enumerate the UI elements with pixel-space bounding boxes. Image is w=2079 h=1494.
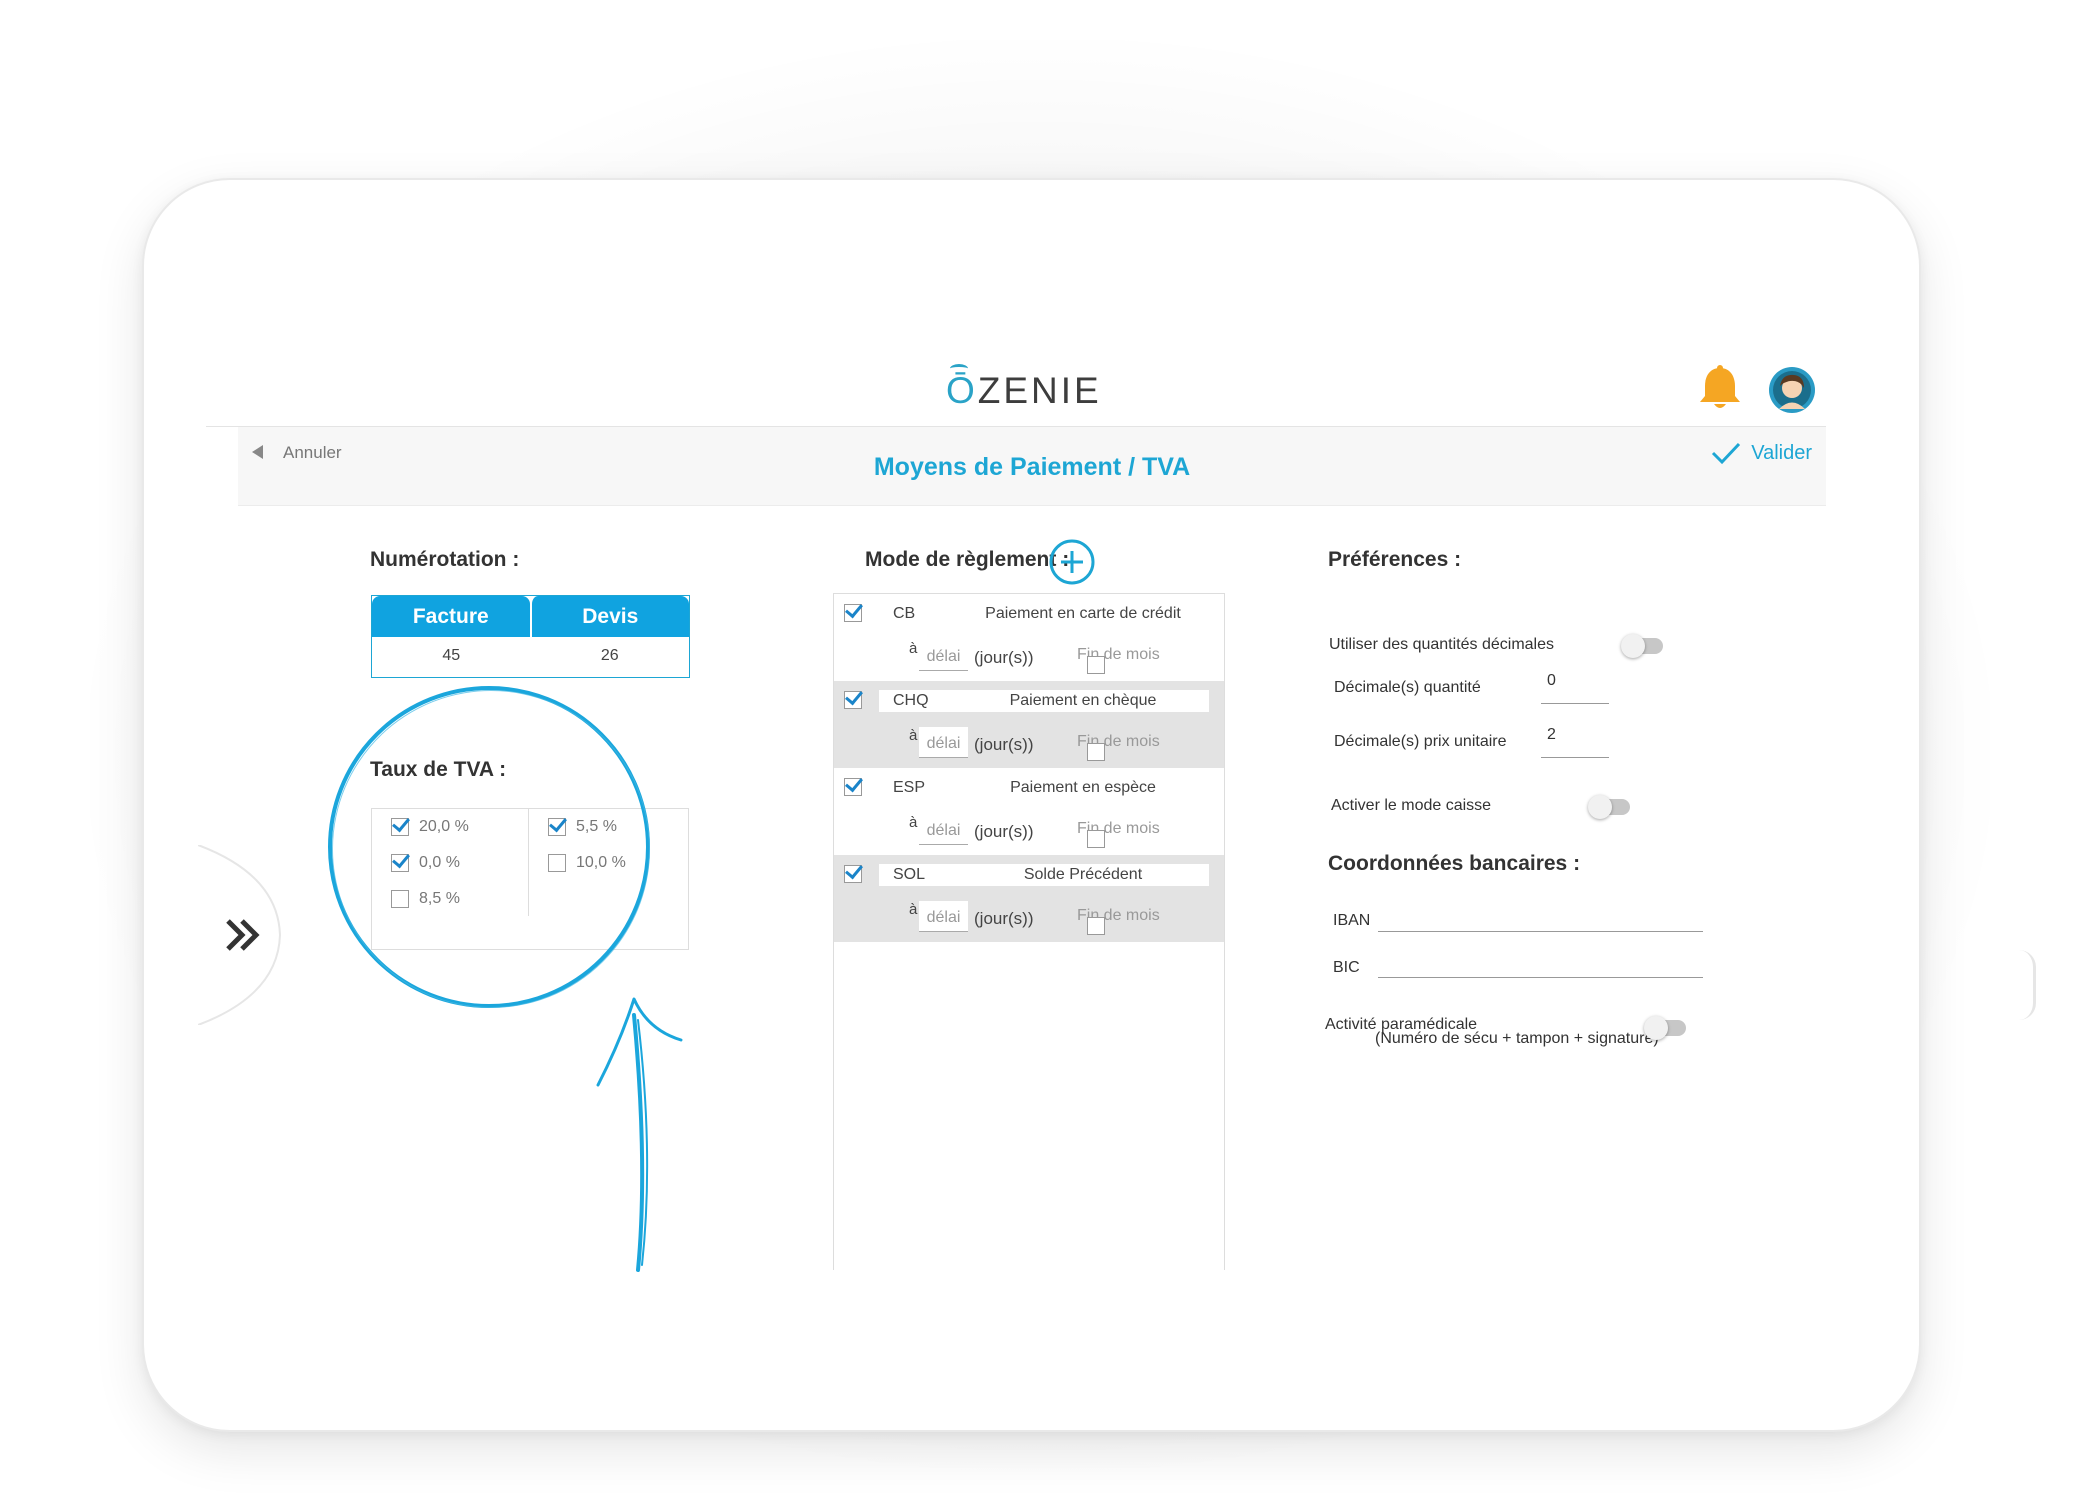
hand-drawn-arrow (596, 997, 683, 1272)
payment-code[interactable]: CB (879, 603, 959, 625)
payment-row: CHQ Paiement en chèque à délai (jour(s))… (834, 681, 1224, 768)
decimal-quantity-label: Décimale(s) quantité (1334, 679, 1481, 696)
plus-circle-icon[interactable] (1048, 538, 1096, 586)
checkbox[interactable] (1087, 656, 1105, 674)
app-screen: ŌZENIE Annuler Moyens de Paiement / TVA (206, 356, 1826, 1270)
paramedical-sublabel: (Numéro de sécu + tampon + signature) (1375, 1030, 1659, 1047)
checkbox[interactable] (844, 604, 862, 622)
tva-item-label: 20,0 % (419, 818, 469, 835)
a-label: à (909, 640, 918, 657)
mode-reglement-title: Mode de règlement : (865, 548, 1070, 571)
tva-item-label: 0,0 % (419, 854, 460, 871)
checkbox[interactable] (844, 778, 862, 796)
tva-title: Taux de TVA : (370, 758, 507, 781)
tva-item-label: 8,5 % (419, 890, 460, 907)
logo-text: ZENIE (977, 370, 1102, 411)
jours-label: (jour(s)) (974, 822, 1034, 841)
decimal-quantities-toggle[interactable] (1621, 634, 1663, 658)
delai-input[interactable]: délai (919, 727, 968, 758)
cash-mode-toggle[interactable] (1588, 795, 1630, 819)
numerotation-box: Facture Devis 45 26 (371, 595, 690, 678)
bic-input[interactable] (1378, 946, 1703, 978)
main-content: Numérotation : Facture Devis 45 26 Taux … (238, 506, 1826, 1270)
checkbox[interactable] (844, 865, 862, 883)
payment-code[interactable]: SOL (879, 864, 959, 886)
payment-label[interactable]: Paiement en espèce (957, 777, 1209, 799)
iban-input[interactable] (1378, 900, 1703, 932)
checkbox[interactable] (844, 691, 862, 709)
paramedical-toggle[interactable] (1644, 1016, 1686, 1040)
ozenie-logo: ŌZENIE (946, 370, 1102, 412)
tab-facture[interactable]: Facture (372, 596, 530, 637)
fin-de-mois-option[interactable]: Fin de mois (1077, 820, 1160, 848)
drawer-handle[interactable] (198, 845, 288, 1025)
checkbox[interactable] (548, 854, 566, 872)
a-label: à (909, 901, 918, 918)
checkbox[interactable] (1087, 917, 1105, 935)
tva-item[interactable]: 20,0 % (391, 818, 469, 836)
app-bar: ŌZENIE (206, 356, 1826, 427)
decimal-price-input[interactable]: 2 (1541, 726, 1609, 758)
sub-header: Annuler Moyens de Paiement / TVA Valider (238, 427, 1826, 506)
bank-details-title: Coordonnées bancaires : (1328, 852, 1581, 875)
mode-reglement-panel: CB Paiement en carte de crédit à délai (… (833, 593, 1225, 1270)
tva-item[interactable]: 8,5 % (391, 890, 460, 908)
payment-row: SOL Solde Précédent à délai (jour(s)) Fi… (834, 855, 1224, 942)
avatar-icon[interactable] (1768, 366, 1816, 419)
checkbox[interactable] (391, 854, 409, 872)
tab-devis[interactable]: Devis (529, 596, 689, 637)
tva-column-divider (528, 808, 529, 916)
checkbox[interactable] (391, 818, 409, 836)
iban-label: IBAN (1333, 912, 1371, 929)
checkbox[interactable] (1087, 830, 1105, 848)
decimal-price-label: Décimale(s) prix unitaire (1334, 733, 1507, 750)
a-label: à (909, 727, 918, 744)
checkbox[interactable] (548, 818, 566, 836)
payment-label[interactable]: Paiement en carte de crédit (957, 603, 1209, 625)
check-icon (1712, 442, 1741, 465)
a-label: à (909, 814, 918, 831)
facture-number[interactable]: 45 (372, 637, 531, 675)
decimal-quantity-input[interactable]: 0 (1541, 672, 1609, 704)
jours-label: (jour(s)) (974, 735, 1034, 754)
tva-item-label: 10,0 % (576, 854, 626, 871)
fin-de-mois-option[interactable]: Fin de mois (1077, 907, 1160, 935)
fin-de-mois-option[interactable]: Fin de mois (1077, 646, 1160, 674)
cash-mode-label: Activer le mode caisse (1331, 797, 1492, 814)
bell-icon[interactable] (1696, 364, 1744, 419)
payment-code[interactable]: CHQ (879, 690, 959, 712)
checkbox[interactable] (391, 890, 409, 908)
payment-row: ESP Paiement en espèce à délai (jour(s))… (834, 768, 1224, 855)
payment-label[interactable]: Paiement en chèque (957, 690, 1209, 712)
numerotation-title: Numérotation : (370, 548, 520, 571)
tva-item[interactable]: 10,0 % (548, 854, 626, 872)
delai-input[interactable]: délai (919, 640, 968, 671)
tva-item-label: 5,5 % (576, 818, 617, 835)
payment-label[interactable]: Solde Précédent (957, 864, 1209, 886)
validate-label: Valider (1751, 441, 1812, 464)
jours-label: (jour(s)) (974, 648, 1034, 667)
payment-code[interactable]: ESP (879, 777, 959, 799)
bic-label: BIC (1333, 959, 1360, 976)
logo-o: Ō (946, 370, 978, 411)
validate-button[interactable]: Valider (1711, 441, 1812, 465)
fin-de-mois-option[interactable]: Fin de mois (1077, 733, 1160, 761)
tva-item[interactable]: 0,0 % (391, 854, 460, 872)
decimal-quantities-label: Utiliser des quantités décimales (1329, 636, 1554, 653)
payment-row: CB Paiement en carte de crédit à délai (… (834, 594, 1224, 681)
devis-number[interactable]: 26 (531, 637, 690, 675)
jours-label: (jour(s)) (974, 909, 1034, 928)
delai-input[interactable]: délai (919, 814, 968, 845)
preferences-title: Préférences : (1328, 548, 1462, 571)
checkbox[interactable] (1087, 743, 1105, 761)
delai-input[interactable]: délai (919, 901, 968, 932)
tablet-side-button (2019, 950, 2036, 1020)
tva-item[interactable]: 5,5 % (548, 818, 617, 836)
page-title: Moyens de Paiement / TVA (873, 453, 1191, 481)
